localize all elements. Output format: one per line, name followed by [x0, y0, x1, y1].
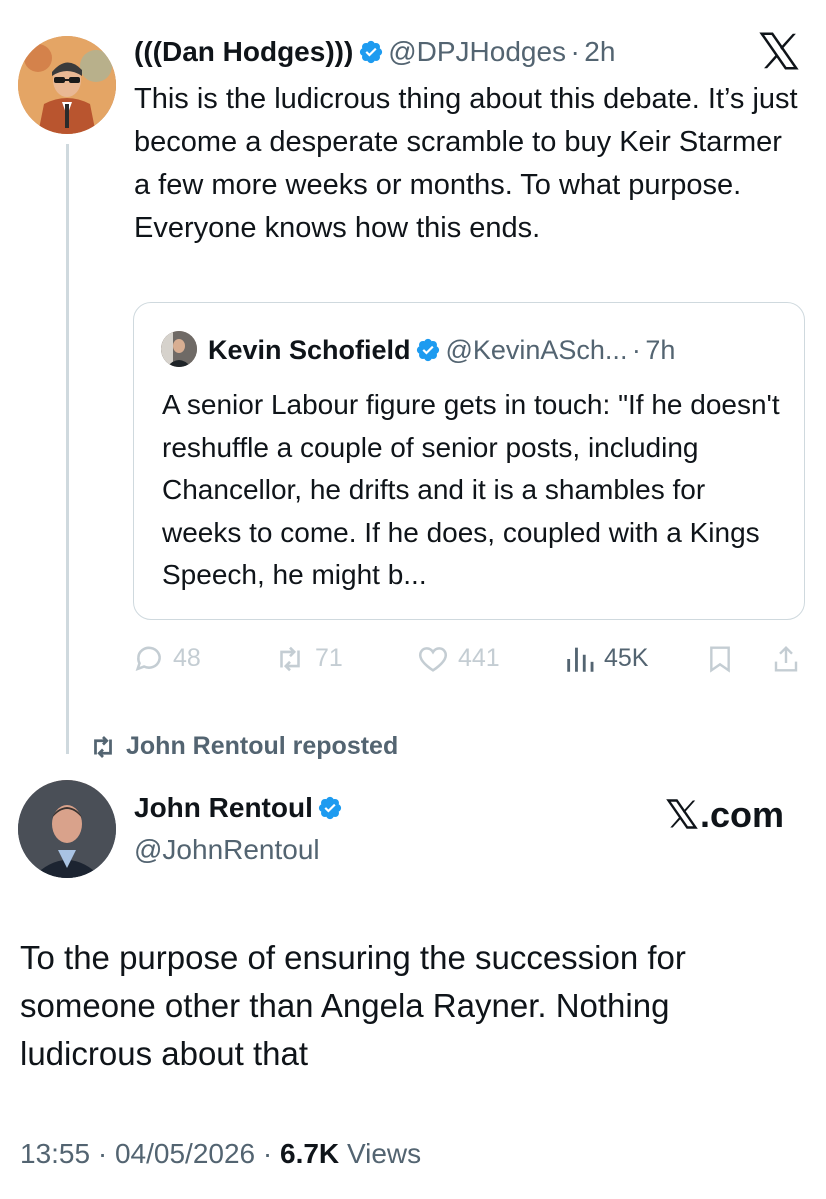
avatar-illustration	[18, 36, 116, 134]
repost-icon	[280, 647, 300, 672]
tweet-text: This is the ludicrous thing about this d…	[134, 83, 798, 244]
reply-tweet-text: To the purpose of ensuring the successio…	[20, 939, 686, 1072]
verified-badge-icon	[416, 338, 440, 362]
reply-author-name[interactable]: John Rentoul	[134, 792, 313, 823]
reply-button[interactable]: 48	[132, 638, 201, 678]
separator-dot: ·	[631, 335, 641, 365]
author-name[interactable]: (((Dan Hodges)))	[134, 36, 353, 67]
john-rentoul-avatar[interactable]	[18, 780, 116, 878]
post-date[interactable]: 04/05/2026	[115, 1138, 255, 1169]
quoted-author-handle[interactable]: @KevinASch...	[445, 335, 627, 365]
views-label: Views	[346, 1138, 422, 1169]
heart-icon	[418, 647, 448, 673]
repost-banner-text: John Rentoul reposted	[126, 732, 399, 760]
quoted-author-name[interactable]: Kevin Schofield	[208, 335, 411, 365]
separator-dot: ·	[570, 36, 580, 67]
timestamp[interactable]: 2h	[584, 36, 615, 67]
reply-count: 48	[172, 644, 201, 672]
author-handle[interactable]: @DPJHodges	[388, 36, 566, 67]
brand-domain: .com	[700, 794, 785, 835]
tweet-meta: 13:55 · 04/05/2026 · 6.7K Views	[20, 1134, 421, 1174]
verified-badge-icon	[319, 796, 342, 820]
separator-dot: ·	[97, 1138, 108, 1169]
like-button[interactable]: 441	[415, 638, 500, 678]
x-logo-icon	[666, 799, 698, 829]
post-time[interactable]: 13:55	[20, 1138, 90, 1169]
avatar-photo	[161, 331, 197, 367]
x-logo-icon[interactable]	[756, 28, 802, 74]
x-com-brand: .com	[664, 794, 784, 836]
separator-dot: ·	[262, 1138, 273, 1169]
tweet-header: (((Dan Hodges))) @DPJHodges · 2h	[134, 32, 615, 72]
repost-count: 71	[314, 644, 343, 672]
bookmark-icon	[710, 646, 730, 674]
views-count: 6.7K	[280, 1138, 340, 1169]
reply-icon	[135, 646, 161, 672]
share-button[interactable]	[770, 638, 802, 678]
dan-hodges-avatar[interactable]	[18, 36, 116, 134]
share-icon	[774, 646, 798, 672]
views-bars-icon	[567, 648, 594, 673]
thread-connector-line	[66, 144, 69, 754]
reply-tweet-header: John Rentoul	[134, 788, 343, 828]
quoted-tweet-text: A senior Labour figure gets in touch: "I…	[162, 389, 780, 590]
views-count: 45K	[603, 644, 649, 672]
reply-author-handle[interactable]: @JohnRentoul	[134, 830, 320, 870]
verified-badge-icon	[359, 40, 382, 64]
quoted-tweet-header: Kevin Schofield @KevinASch... · 7h	[208, 331, 675, 369]
repost-icon	[94, 736, 112, 759]
like-count: 441	[457, 644, 500, 672]
repost-button[interactable]: 71	[272, 638, 343, 678]
quoted-timestamp[interactable]: 7h	[645, 335, 675, 365]
bookmark-button[interactable]	[704, 638, 736, 678]
avatar-photo	[18, 780, 116, 878]
kevin-schofield-avatar[interactable]	[161, 331, 197, 367]
repost-banner[interactable]: John Rentoul reposted	[86, 726, 398, 766]
views-button[interactable]: 45K	[563, 638, 648, 678]
